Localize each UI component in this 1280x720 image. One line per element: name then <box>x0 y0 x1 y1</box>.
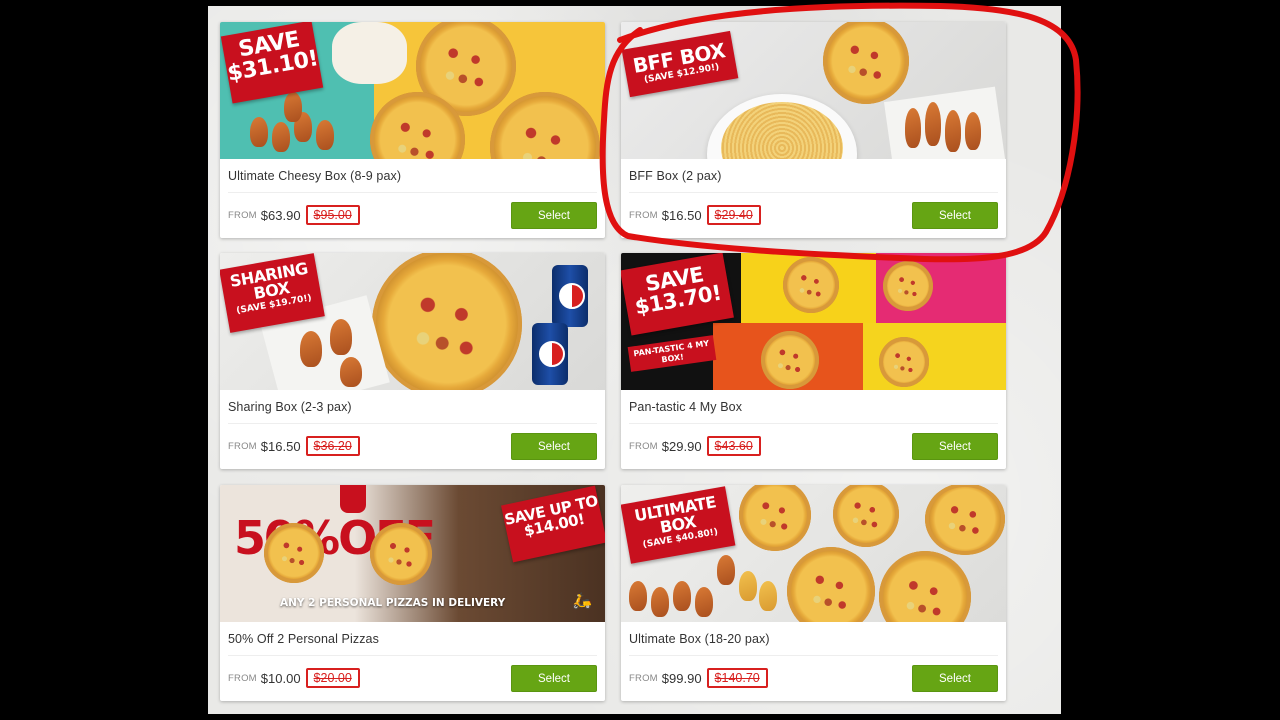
product-banner-image: ULTIMATE BOX (SAVE $40.80!) <box>621 485 1006 622</box>
original-price: $140.70 <box>706 668 768 688</box>
product-title: Pan-tastic 4 My Box <box>629 400 743 414</box>
delivery-scooter-icon: 🛵 <box>572 593 592 610</box>
select-button[interactable]: Select <box>912 433 998 460</box>
product-card-pan-tastic-4-my-box: SAVE $13.70! PAN-TASTIC 4 MY BOX! Pan-ta… <box>621 253 1006 469</box>
sale-price: $10.00 <box>260 670 301 686</box>
pan-tastic-logo: PAN-TASTIC 4 MY BOX! <box>627 335 717 373</box>
sale-price: $63.90 <box>260 207 301 223</box>
product-card-ultimate-cheesy-box: SAVE $31.10! Ultimate Cheesy Box (8-9 pa… <box>220 22 605 238</box>
original-price: $95.00 <box>305 205 360 225</box>
product-grid-page: SAVE $31.10! Ultimate Cheesy Box (8-9 pa… <box>208 6 1061 714</box>
product-card-50-off-personal-pizzas: 50%OFF ANY 2 PERSONAL PIZZAS IN DELIVERY… <box>220 485 605 701</box>
product-title: 50% Off 2 Personal Pizzas <box>228 632 379 646</box>
original-price: $20.00 <box>305 668 360 688</box>
sale-price: $29.90 <box>661 438 702 454</box>
select-button[interactable]: Select <box>511 202 597 229</box>
sale-price: $16.50 <box>260 438 301 454</box>
promo-tag: BFF BOX (SAVE $12.90!) <box>621 30 739 98</box>
product-banner-image: SHARING BOX (SAVE $19.70!) <box>220 253 605 390</box>
from-label: FROM <box>629 440 658 452</box>
select-button[interactable]: Select <box>912 202 998 229</box>
original-price: $36.20 <box>305 436 360 456</box>
product-title: Ultimate Cheesy Box (8-9 pax) <box>228 169 402 183</box>
save-tag: SAVE UP TO $14.00! <box>501 485 605 563</box>
product-card-ultimate-box: ULTIMATE BOX (SAVE $40.80!) Ultimate Box… <box>621 485 1006 701</box>
original-price: $29.40 <box>706 205 761 225</box>
product-banner-image: SAVE $13.70! PAN-TASTIC 4 MY BOX! <box>621 253 1006 390</box>
select-button[interactable]: Select <box>511 433 597 460</box>
from-label: FROM <box>228 440 257 452</box>
from-label: FROM <box>629 209 658 221</box>
product-banner-image: 50%OFF ANY 2 PERSONAL PIZZAS IN DELIVERY… <box>220 485 605 622</box>
product-card-sharing-box: SHARING BOX (SAVE $19.70!) Sharing Box (… <box>220 253 605 469</box>
save-tag: SAVE $31.10! <box>220 22 324 104</box>
from-label: FROM <box>629 672 658 684</box>
sale-price: $99.90 <box>661 670 702 686</box>
product-banner-image: BFF BOX (SAVE $12.90!) <box>621 22 1006 159</box>
product-title: Sharing Box (2-3 pax) <box>228 400 352 414</box>
price-row: FROM $16.50 $29.40 <box>629 204 761 226</box>
delivery-promo-text: ANY 2 PERSONAL PIZZAS IN DELIVERY <box>280 597 506 609</box>
sale-price: $16.50 <box>661 207 702 223</box>
product-card-bff-box: BFF BOX (SAVE $12.90!) BFF Box (2 pax) F… <box>621 22 1006 238</box>
from-label: FROM <box>228 209 257 221</box>
select-button[interactable]: Select <box>511 665 597 692</box>
price-row: FROM $63.90 $95.00 <box>228 204 360 226</box>
select-button[interactable]: Select <box>912 665 998 692</box>
product-title: BFF Box (2 pax) <box>629 169 722 183</box>
product-title: Ultimate Box (18-20 pax) <box>629 632 770 646</box>
original-price: $43.60 <box>706 436 761 456</box>
price-row: FROM $29.90 $43.60 <box>629 435 761 457</box>
product-banner-image: SAVE $31.10! <box>220 22 605 159</box>
price-row: FROM $16.50 $36.20 <box>228 435 360 457</box>
from-label: FROM <box>228 672 257 684</box>
price-row: FROM $99.90 $140.70 <box>629 667 768 689</box>
promo-tag: ULTIMATE BOX (SAVE $40.80!) <box>621 486 736 564</box>
price-row: FROM $10.00 $20.00 <box>228 667 360 689</box>
